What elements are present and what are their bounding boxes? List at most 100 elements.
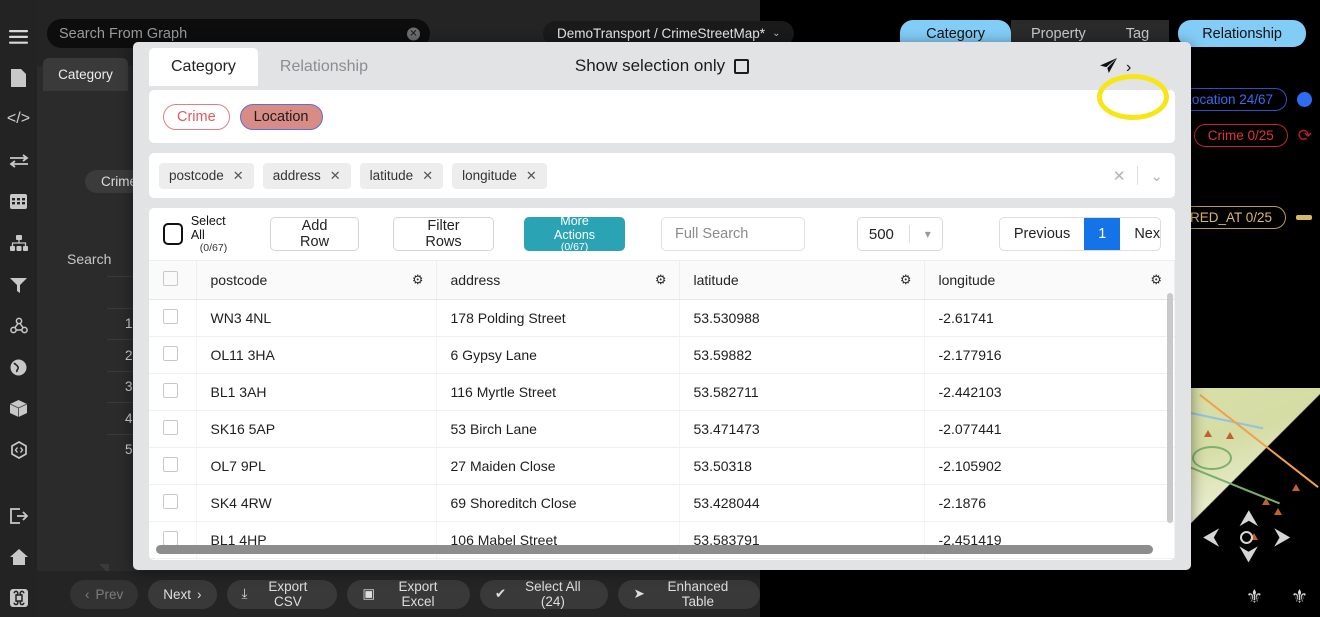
badge-crime[interactable]: Crime 0/25: [1194, 124, 1288, 147]
header-address[interactable]: address ⚙: [436, 261, 679, 300]
rotate-right-icon[interactable]: ⚜: [1291, 586, 1308, 609]
header-latitude[interactable]: latitude ⚙: [679, 261, 924, 300]
expand-chevron-icon[interactable]: ›: [1126, 59, 1131, 77]
table-row[interactable]: SK4 4RW 69 Shoreditch Close 53.428044 -2…: [149, 485, 1175, 522]
export-csv-button[interactable]: ⤓ Export CSV: [227, 580, 338, 609]
remove-chip-icon[interactable]: ✕: [422, 168, 433, 184]
network-nodes-icon[interactable]: [0, 307, 37, 344]
row-checkbox[interactable]: [163, 309, 178, 324]
enhanced-table-button[interactable]: ➤ Enhanced Table: [618, 580, 760, 609]
hamburger-menu-icon[interactable]: [0, 18, 37, 55]
next-page-button[interactable]: Next: [1120, 218, 1161, 250]
current-page-number[interactable]: 1: [1084, 218, 1120, 250]
pan-left-icon[interactable]: ⮜: [1203, 525, 1219, 548]
row-select-cell[interactable]: [149, 559, 196, 561]
show-selection-only-checkbox[interactable]: [734, 59, 749, 74]
home-icon[interactable]: [0, 538, 37, 575]
field-chip-address[interactable]: address ✕: [263, 163, 351, 189]
row-checkbox[interactable]: [163, 494, 178, 509]
table-row[interactable]: WN3 4NL 178 Polding Street 53.530988 -2.…: [149, 300, 1175, 337]
row-checkbox[interactable]: [163, 457, 178, 472]
field-chip-controls[interactable]: ✕ ⌄: [1113, 153, 1163, 198]
search-clear-icon[interactable]: ✕: [407, 27, 420, 40]
select-all-control[interactable]: Select All (0/67): [163, 214, 236, 255]
next-button[interactable]: Next ›: [148, 580, 216, 609]
pan-up-icon[interactable]: ⮝: [1239, 507, 1259, 530]
table-row[interactable]: OL11 3HA 6 Gypsy Lane 53.59882 -2.177916: [149, 337, 1175, 374]
field-chip-longitude[interactable]: longitude ✕: [452, 163, 547, 189]
cube-icon[interactable]: [0, 390, 37, 427]
gear-icon[interactable]: ⚙: [412, 272, 424, 288]
chips-chevron-down-icon[interactable]: ⌄: [1150, 167, 1163, 185]
remove-chip-icon[interactable]: ✕: [330, 168, 341, 184]
transfer-arrows-icon[interactable]: [0, 142, 37, 179]
logout-icon[interactable]: [0, 497, 37, 534]
category-chip-crime[interactable]: Crime: [163, 104, 230, 130]
pan-right-icon[interactable]: ⮞: [1274, 525, 1291, 548]
row-checkbox[interactable]: [163, 383, 178, 398]
pagination-control[interactable]: Previous 1 Next: [999, 217, 1161, 251]
previous-page-button[interactable]: Previous: [1000, 218, 1084, 250]
row-select-cell[interactable]: [149, 448, 196, 485]
header-longitude[interactable]: longitude ⚙: [924, 261, 1175, 300]
table-horizontal-scrollbar-track[interactable]: [149, 545, 1175, 557]
row-select-cell[interactable]: [149, 300, 196, 337]
chevron-down-icon[interactable]: ▾: [925, 227, 931, 241]
gear-icon[interactable]: ⚙: [1150, 272, 1162, 288]
row-select-cell[interactable]: [149, 337, 196, 374]
map-pan-controls[interactable]: ⮝ ⮜ ⮞ ⮟: [1198, 513, 1298, 559]
row-checkbox[interactable]: [163, 531, 178, 546]
select-all-count: (0/67): [191, 242, 236, 254]
full-search-input[interactable]: Full Search: [661, 217, 805, 251]
bottom-action-bar[interactable]: ‹ Prev Next › ⤓ Export CSV ▣ Export Exce…: [37, 571, 760, 617]
table-row[interactable]: OL7 9PL 27 Maiden Close 53.50318 -2.1059…: [149, 448, 1175, 485]
hierarchy-icon[interactable]: [0, 225, 37, 262]
more-actions-button[interactable]: More Actions (0/67): [524, 217, 625, 251]
globe-icon[interactable]: [0, 349, 37, 386]
table-horizontal-scrollbar-thumb[interactable]: [156, 545, 1153, 554]
table-vertical-scrollbar[interactable]: [1167, 293, 1173, 523]
cell-longitude: -2.177916: [924, 337, 1175, 374]
row-select-cell[interactable]: [149, 411, 196, 448]
remove-chip-icon[interactable]: ✕: [233, 168, 244, 184]
map-main-road: [1199, 394, 1318, 488]
table-grid-icon[interactable]: [0, 183, 37, 220]
table-row[interactable]: M29 8BA 51 Ellesmere Street 53.51599 -2.…: [149, 559, 1175, 561]
filter-rows-button[interactable]: Filter Rows: [393, 217, 494, 251]
document-icon[interactable]: [0, 59, 37, 96]
left-icon-rail[interactable]: </>: [0, 0, 37, 617]
row-select-cell[interactable]: [149, 485, 196, 522]
code-icon[interactable]: </>: [0, 101, 37, 138]
background-panel-tab-category[interactable]: Category: [43, 58, 128, 91]
field-chip-postcode[interactable]: postcode ✕: [159, 163, 254, 189]
table-row[interactable]: BL1 3AH 116 Myrtle Street 53.582711 -2.4…: [149, 374, 1175, 411]
command-icon[interactable]: [0, 580, 37, 617]
prev-button[interactable]: ‹ Prev: [70, 580, 138, 609]
gear-icon[interactable]: ⚙: [900, 272, 912, 288]
category-chip-location[interactable]: Location: [240, 104, 323, 130]
add-row-button[interactable]: Add Row: [270, 217, 359, 251]
row-checkbox[interactable]: [163, 346, 178, 361]
row-select-cell[interactable]: [149, 374, 196, 411]
remove-chip-icon[interactable]: ✕: [526, 168, 537, 184]
page-size-select[interactable]: 500 ▾: [857, 217, 943, 251]
row-checkbox[interactable]: [163, 420, 178, 435]
gear-icon[interactable]: ⚙: [655, 272, 667, 288]
filter-funnel-icon[interactable]: [0, 266, 37, 303]
modal-header-actions[interactable]: ›: [1099, 54, 1159, 82]
paper-plane-icon[interactable]: [1099, 57, 1118, 79]
table-row[interactable]: SK16 5AP 53 Birch Lane 53.471473 -2.0774…: [149, 411, 1175, 448]
header-row-checkbox[interactable]: [163, 271, 178, 286]
clear-all-chips-icon[interactable]: ✕: [1113, 167, 1126, 185]
rotate-left-icon[interactable]: ⚜: [1246, 586, 1263, 609]
header-postcode[interactable]: postcode ⚙: [196, 261, 436, 300]
tab-relationship[interactable]: Relationship: [1178, 20, 1306, 47]
select-all-checkbox[interactable]: [163, 223, 183, 245]
hexagon-code-icon[interactable]: [0, 431, 37, 468]
export-excel-button[interactable]: ▣ Export Excel: [347, 580, 470, 609]
field-chip-latitude[interactable]: latitude ✕: [360, 163, 443, 189]
pan-down-icon[interactable]: ⮟: [1239, 543, 1259, 566]
select-all-bottom-button[interactable]: ✔ Select All (24): [480, 580, 609, 609]
map-peak-icon: [1204, 430, 1212, 437]
map-rotate-controls[interactable]: ⚜ ⚜: [1246, 586, 1308, 609]
